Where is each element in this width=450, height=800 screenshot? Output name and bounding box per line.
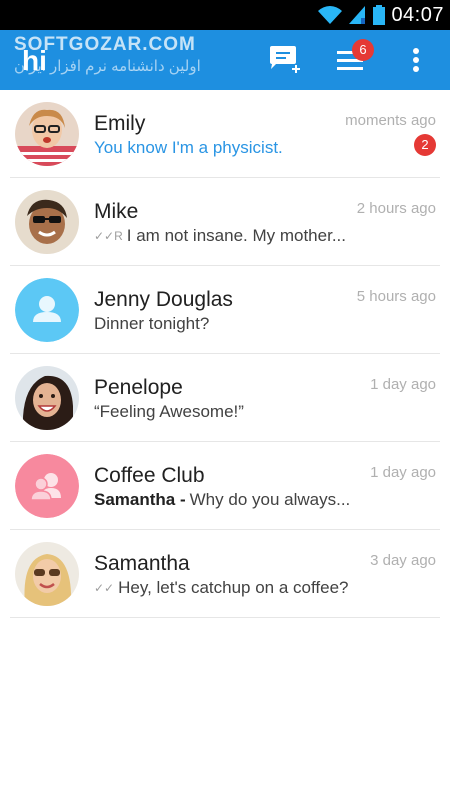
more-options-button[interactable] <box>388 30 444 90</box>
chat-time: moments ago <box>345 112 436 129</box>
chat-row-mike[interactable]: Mike 2 hours ago ✓✓R I am not insane. My… <box>10 178 440 266</box>
chat-message-preview: Dinner tonight? <box>94 314 209 334</box>
message-text: Why do you always... <box>189 490 351 509</box>
chat-message-preview: ✓✓R I am not insane. My mother... <box>94 226 346 246</box>
chat-row-samantha[interactable]: Samantha 3 day ago ✓✓ Hey, let's catchup… <box>10 530 440 618</box>
chat-message-preview: You know I'm a physicist. <box>94 138 283 158</box>
chat-row-coffee-club[interactable]: Coffee Club 1 day ago Samantha - Why do … <box>10 442 440 530</box>
watermark-title: SOFTGOZAR.COM <box>14 34 196 55</box>
chat-time: 1 day ago <box>370 464 436 481</box>
message-sender: Samantha - <box>94 490 186 509</box>
chat-name: Mike <box>94 200 139 223</box>
wifi-icon <box>318 6 343 24</box>
unread-badge: 2 <box>414 134 436 156</box>
chat-row-penelope[interactable]: Penelope 1 day ago “Feeling Awesome!” <box>10 354 440 442</box>
chat-time: 1 day ago <box>370 376 436 393</box>
chat-message-preview: ✓✓ Hey, let's catchup on a coffee? <box>94 578 348 598</box>
chat-message-preview: Samantha - Why do you always... <box>94 490 350 510</box>
avatar-mike <box>15 190 79 254</box>
chat-time: 2 hours ago <box>356 200 436 217</box>
chat-list: Emily moments ago You know I'm a physici… <box>0 90 450 618</box>
message-text: I am not insane. My mother... <box>126 226 346 245</box>
chat-time: 5 hours ago <box>356 288 436 305</box>
watermark: SOFTGOZAR.COM اولین دانشنامه نرم افزار ا… <box>14 34 201 75</box>
chat-name: Coffee Club <box>94 464 205 487</box>
chat-name: Emily <box>94 112 146 135</box>
chat-row-emily[interactable]: Emily moments ago You know I'm a physici… <box>10 90 440 178</box>
chat-name: Jenny Douglas <box>94 288 233 311</box>
clock: 04:07 <box>391 3 444 26</box>
message-text: Dinner tonight? <box>94 314 210 333</box>
chat-message-preview: “Feeling Awesome!” <box>94 402 244 422</box>
new-message-icon <box>270 46 300 73</box>
more-options-icon <box>413 48 419 72</box>
status-bar: 04:07 <box>0 0 450 30</box>
signal-icon <box>349 6 366 24</box>
avatar-emily <box>15 102 79 166</box>
chat-time: 3 day ago <box>370 552 436 569</box>
menu-badge: 6 <box>352 39 374 61</box>
message-text: Hey, let's catchup on a coffee? <box>118 578 349 597</box>
chat-name: Samantha <box>94 552 190 575</box>
avatar-samantha <box>15 542 79 606</box>
battery-icon <box>373 5 386 25</box>
watermark-subtitle: اولین دانشنامه نرم افزار ایران <box>14 58 201 75</box>
read-receipt-icon: ✓✓R <box>94 229 123 243</box>
chat-name: Penelope <box>94 376 183 399</box>
message-text: “Feeling Awesome!” <box>94 402 244 421</box>
message-text: You know I'm a physicist. <box>94 138 283 157</box>
read-receipt-icon: ✓✓ <box>94 581 115 595</box>
new-message-button[interactable] <box>256 30 312 90</box>
status-icons: 04:07 <box>317 0 444 30</box>
menu-button[interactable]: 6 <box>322 30 378 90</box>
app-bar: hi SOFTGOZAR.COM اولین دانشنامه نرم افزا… <box>0 30 450 90</box>
avatar-penelope <box>15 366 79 430</box>
avatar-jenny-douglas <box>15 278 79 342</box>
avatar-coffee-club <box>15 454 79 518</box>
chat-row-jenny-douglas[interactable]: Jenny Douglas 5 hours ago Dinner tonight… <box>10 266 440 354</box>
